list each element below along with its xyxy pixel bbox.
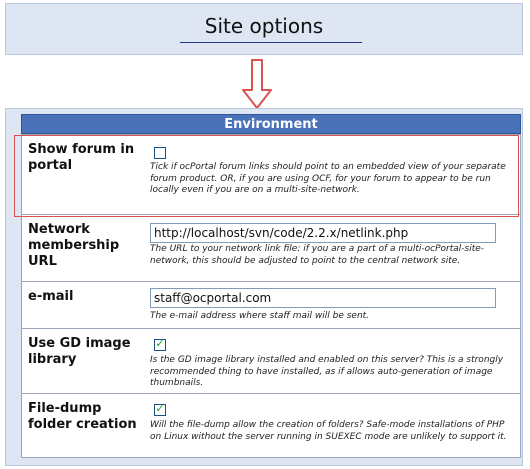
option-field-cell: Tick if ocPortal forum links should poin… bbox=[146, 135, 520, 214]
checkmark-icon: ✓ bbox=[155, 337, 165, 350]
options-panel: Environment Show forum in portal Tick if… bbox=[5, 108, 523, 466]
option-field-cell: ✓ Will the file-dump allow the creation … bbox=[146, 394, 520, 457]
option-row-email: e-mail The e-mail address where staff ma… bbox=[21, 282, 521, 329]
option-field-cell: ✓ Is the GD image library installed and … bbox=[146, 329, 520, 393]
option-description: Will the file-dump allow the creation of… bbox=[150, 420, 507, 442]
option-description: The e-mail address where staff mail will… bbox=[150, 311, 370, 321]
option-label-cell: File-dump folder creation bbox=[22, 394, 147, 457]
gd-library-checkbox[interactable]: ✓ bbox=[154, 337, 166, 351]
option-field-cell: The e-mail address where staff mail will… bbox=[146, 282, 520, 328]
option-label-cell: Use GD image library bbox=[22, 329, 147, 393]
title-box: Site options bbox=[5, 3, 523, 55]
option-label: Show forum in portal bbox=[28, 142, 135, 173]
email-input[interactable] bbox=[150, 288, 496, 308]
section-header: Environment bbox=[21, 114, 521, 134]
option-description: Is the GD image library installed and en… bbox=[150, 355, 504, 388]
down-arrow-icon bbox=[242, 59, 272, 109]
option-label: File-dump folder creation bbox=[28, 401, 137, 432]
option-field-cell: The URL to your network link file: if yo… bbox=[146, 215, 520, 281]
option-description: The URL to your network link file: if yo… bbox=[150, 244, 485, 266]
title-underline bbox=[180, 42, 362, 43]
option-row-network-url: Network membership URL The URL to your n… bbox=[21, 215, 521, 282]
option-label-cell: Network membership URL bbox=[22, 215, 147, 281]
filedump-checkbox[interactable]: ✓ bbox=[154, 402, 166, 416]
option-row-gd-library: Use GD image library ✓ Is the GD image l… bbox=[21, 329, 521, 394]
checkmark-icon: ✓ bbox=[155, 402, 165, 415]
option-description: Tick if ocPortal forum links should poin… bbox=[150, 162, 506, 195]
option-label-cell: Show forum in portal bbox=[22, 135, 147, 214]
option-label-cell: e-mail bbox=[22, 282, 147, 328]
option-label: Network membership URL bbox=[28, 222, 120, 269]
page-title: Site options bbox=[204, 14, 324, 38]
network-url-input[interactable] bbox=[150, 223, 496, 243]
option-label: e-mail bbox=[28, 289, 74, 304]
option-row-show-forum: Show forum in portal Tick if ocPortal fo… bbox=[21, 134, 521, 215]
show-forum-checkbox[interactable] bbox=[154, 147, 166, 159]
option-label: Use GD image library bbox=[28, 336, 131, 367]
option-row-filedump: File-dump folder creation ✓ Will the fil… bbox=[21, 394, 521, 458]
